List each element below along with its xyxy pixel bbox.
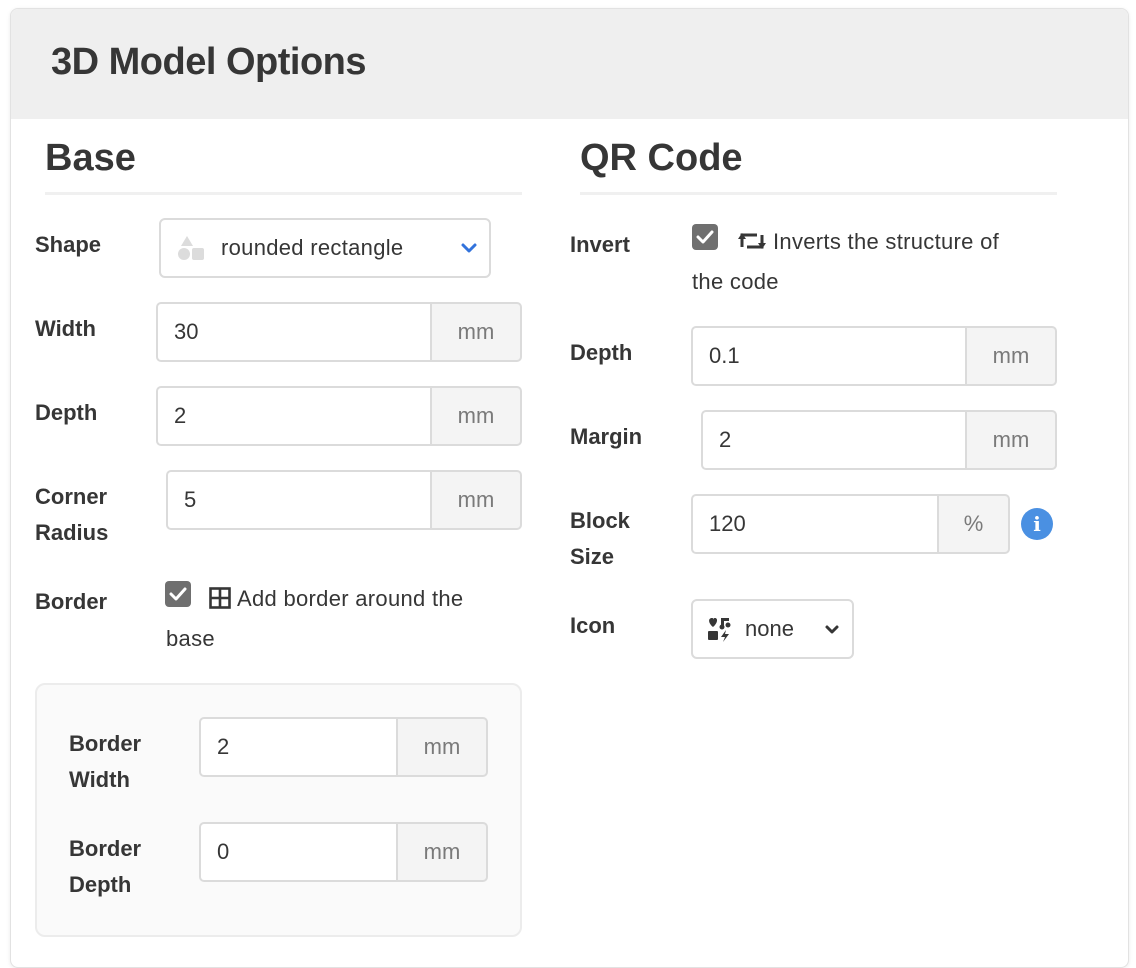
shape-select[interactable]: rounded rectangle xyxy=(159,218,491,278)
border-width-label-line2: Width xyxy=(69,767,130,792)
margin-field: 2 mm xyxy=(701,410,1057,470)
invert-label: Invert xyxy=(570,232,630,257)
table-grid-icon xyxy=(209,582,231,622)
depth-unit: mm xyxy=(430,386,522,446)
corner-radius-input[interactable]: 5 xyxy=(166,470,430,530)
invert-checkbox-text-line2: the code xyxy=(692,269,779,294)
qr-depth-field: 0.1 mm xyxy=(691,326,1057,386)
border-width-input[interactable]: 2 xyxy=(199,717,396,777)
depth-label: Depth xyxy=(35,400,98,425)
margin-unit: mm xyxy=(965,410,1057,470)
border-depth-unit: mm xyxy=(396,822,488,882)
shape-label: Shape xyxy=(35,232,102,257)
icon-select[interactable]: none xyxy=(691,599,854,659)
retweet-icon xyxy=(737,225,767,265)
model-options-panel: 3D Model Options Base Shape rounded rect… xyxy=(10,8,1129,968)
border-checkbox-text-line1: Add border around the xyxy=(237,586,464,611)
border-width-label-line1: Border xyxy=(69,731,142,756)
margin-input[interactable]: 2 xyxy=(701,410,965,470)
icons-glyph-icon xyxy=(693,616,745,642)
qr-depth-unit: mm xyxy=(965,326,1057,386)
icon-label: Icon xyxy=(570,613,616,638)
corner-radius-label-line2: Radius xyxy=(35,520,109,545)
block-size-unit: % xyxy=(937,494,1010,554)
invert-checkbox-text-line1: Inverts the structure of xyxy=(773,229,1000,254)
invert-checkbox[interactable] xyxy=(692,224,718,250)
shape-select-value: rounded rectangle xyxy=(221,235,404,260)
border-checkbox-text-line2: base xyxy=(166,626,215,651)
depth-field: 2 mm xyxy=(156,386,522,446)
icon-select-value: none xyxy=(745,616,794,641)
chevron-down-icon xyxy=(449,242,489,254)
width-label: Width xyxy=(35,316,96,341)
border-depth-label-line1: Border xyxy=(69,836,142,861)
depth-input[interactable]: 2 xyxy=(156,386,430,446)
base-divider xyxy=(45,192,522,195)
block-size-field: 120 % xyxy=(691,494,1010,554)
qr-depth-input[interactable]: 0.1 xyxy=(691,326,965,386)
margin-label: Margin xyxy=(570,424,643,449)
block-size-label-line2: Size xyxy=(570,544,615,569)
block-size-input[interactable]: 120 xyxy=(691,494,937,554)
qr-section-title: QR Code xyxy=(580,137,743,179)
panel-header: 3D Model Options xyxy=(11,9,1128,119)
corner-radius-field: 5 mm xyxy=(166,470,522,530)
base-section-title: Base xyxy=(45,137,136,179)
chevron-down-icon xyxy=(812,624,852,635)
shapes-icon xyxy=(161,235,221,261)
border-checkbox-text: Add border around the xyxy=(209,579,463,622)
border-depth-field: 0 mm xyxy=(199,822,488,882)
width-unit: mm xyxy=(430,302,522,362)
qr-depth-label: Depth xyxy=(570,340,633,365)
panel-title: 3D Model Options xyxy=(51,41,367,83)
info-icon[interactable]: i xyxy=(1021,508,1053,540)
width-field: 30 mm xyxy=(156,302,522,362)
border-depth-label-line2: Depth xyxy=(69,872,132,897)
border-depth-input[interactable]: 0 xyxy=(199,822,396,882)
width-input[interactable]: 30 xyxy=(156,302,430,362)
border-checkbox[interactable] xyxy=(165,581,191,607)
border-width-unit: mm xyxy=(396,717,488,777)
corner-radius-label-line1: Corner xyxy=(35,484,108,509)
corner-radius-unit: mm xyxy=(430,470,522,530)
border-width-field: 2 mm xyxy=(199,717,488,777)
border-label: Border xyxy=(35,589,108,614)
qr-divider xyxy=(580,192,1057,195)
invert-checkbox-text: Inverts the structure of xyxy=(737,222,999,265)
block-size-label-line1: Block xyxy=(570,508,630,533)
